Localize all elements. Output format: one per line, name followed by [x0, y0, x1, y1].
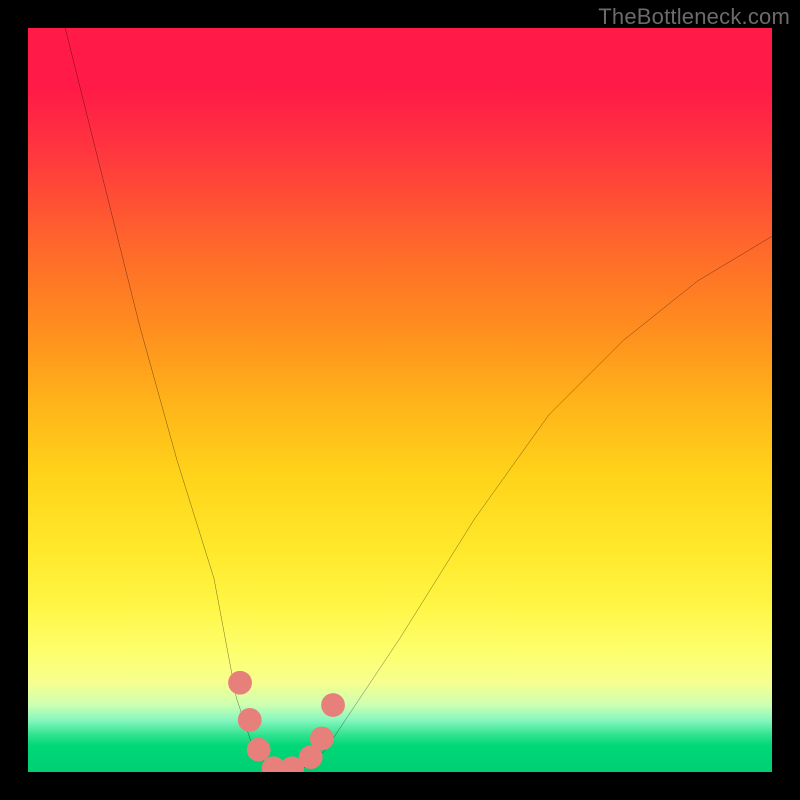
curve-markers	[228, 671, 345, 772]
bottleneck-curve	[65, 28, 772, 772]
marker-left-3	[247, 738, 271, 762]
watermark-text: TheBottleneck.com	[598, 4, 790, 30]
marker-right-2	[310, 727, 334, 751]
marker-left-1	[228, 671, 252, 695]
marker-right-3	[321, 693, 345, 717]
outer-frame: TheBottleneck.com	[0, 0, 800, 800]
curve-svg	[28, 28, 772, 772]
chart-area	[28, 28, 772, 772]
marker-left-2	[238, 708, 262, 732]
